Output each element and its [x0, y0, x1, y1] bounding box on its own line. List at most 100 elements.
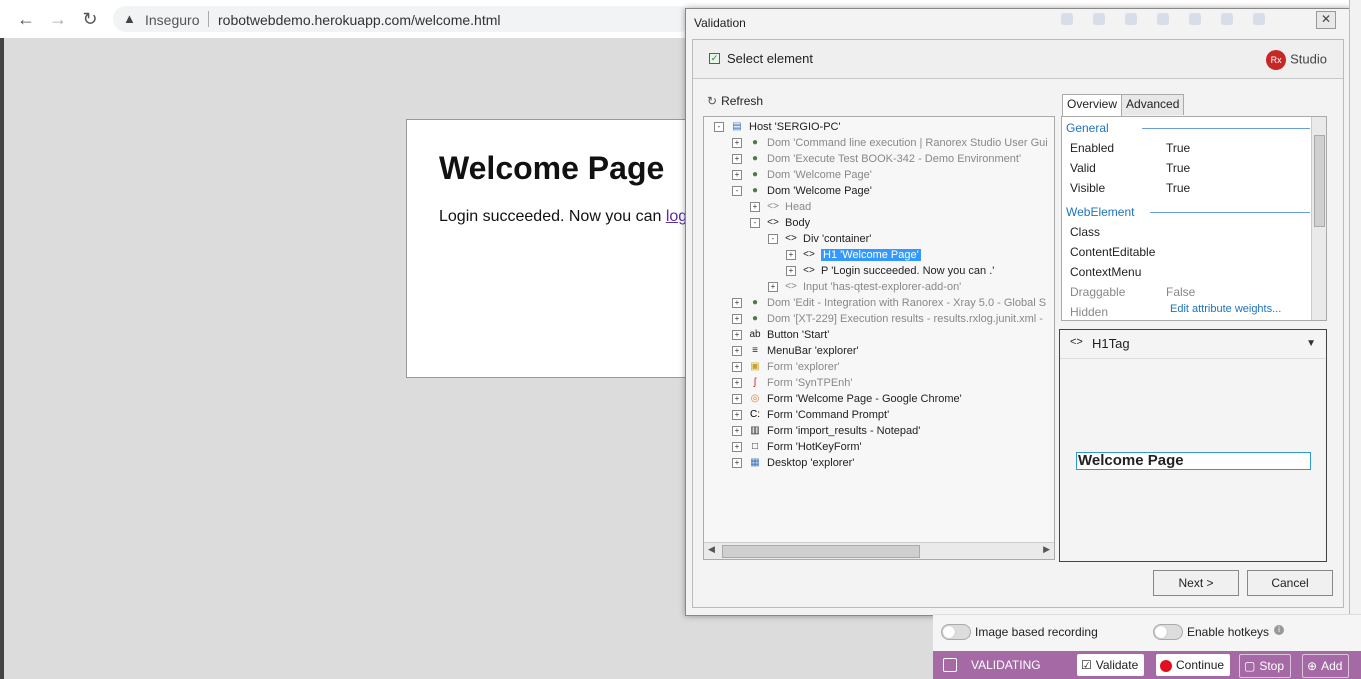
prop-draggable[interactable]: Draggable False — [1070, 285, 1195, 299]
prop-hidden[interactable]: Hidden — [1070, 305, 1166, 319]
validate-button[interactable]: ☑ Validate — [1077, 654, 1145, 676]
image-based-recording-toggle[interactable] — [941, 624, 971, 640]
prop-value: False — [1166, 285, 1196, 299]
tree-node[interactable]: + ▥ Form 'import_results - Notepad' — [732, 423, 920, 439]
select-element-title: Select element — [727, 51, 813, 66]
tab-advanced[interactable]: Advanced — [1121, 94, 1185, 115]
chrome-icon: ◎ — [750, 393, 760, 405]
logout-link[interactable]: log — [666, 208, 687, 225]
element-tree[interactable]: - ▤ Host 'SERGIO-PC' + ● Dom 'Command line ex… — [703, 116, 1055, 560]
tree-node-label: Dom 'Welcome Page' — [767, 185, 872, 197]
tree-node[interactable]: + ● Dom 'Edit - Integration with Ranorex -… — [732, 295, 1046, 311]
prop-visible[interactable]: Visible True — [1070, 181, 1190, 195]
prop-enabled[interactable]: Enabled True — [1070, 141, 1190, 155]
tree-node[interactable]: + <> Input 'has-qtest-explorer-add-on' — [768, 279, 961, 295]
expand-icon[interactable]: + — [732, 426, 742, 437]
expand-icon[interactable]: + — [732, 362, 742, 373]
cancel-button[interactable]: Cancel — [1247, 570, 1333, 596]
folder-icon: ▣ — [750, 361, 760, 373]
collapse-icon[interactable]: - — [714, 122, 724, 133]
chevron-down-icon[interactable]: ▼ — [1306, 338, 1316, 349]
tree-node[interactable]: + <> Head — [750, 199, 811, 215]
tree-node[interactable]: - ● Dom 'Welcome Page' — [732, 183, 872, 199]
stop-button[interactable]: ▢ Stop — [1239, 654, 1292, 678]
menubar-icon: ≡ — [752, 345, 758, 357]
expand-icon[interactable]: + — [732, 154, 742, 165]
collapse-icon[interactable]: - — [768, 234, 778, 245]
preview-header[interactable]: <> H1Tag ▼ — [1060, 330, 1326, 359]
tree-node[interactable]: + ● Dom '[XT-229] Execution results - resu… — [732, 311, 1043, 327]
prop-value: True — [1166, 141, 1191, 155]
properties-panel: General Enabled True Valid True Visible Tru… — [1061, 116, 1327, 321]
expand-icon[interactable]: + — [732, 458, 742, 469]
tree-node[interactable]: + C: Form 'Command Prompt' — [732, 407, 889, 423]
horizontal-scrollbar[interactable]: ◀ ▶ — [704, 542, 1054, 559]
expand-icon[interactable]: + — [732, 314, 742, 325]
tree-node[interactable]: + ≡ MenuBar 'explorer' — [732, 343, 859, 359]
tree-node[interactable]: + <> P 'Login succeeded. Now you can .' — [786, 263, 994, 279]
tab-overview[interactable]: Overview — [1062, 94, 1123, 117]
expand-icon[interactable]: + — [732, 346, 742, 357]
tree-node[interactable]: + ▣ Form 'explorer' — [732, 359, 840, 375]
tree-node[interactable]: + ● Dom 'Welcome Page' — [732, 167, 872, 183]
tree-node[interactable]: + ● Dom 'Execute Test BOOK-342 - Demo Envi… — [732, 151, 1021, 167]
reload-icon[interactable]: ↻ — [80, 9, 100, 29]
close-icon[interactable]: ✕ — [1316, 11, 1336, 29]
add-button[interactable]: ⊕ Add — [1302, 654, 1350, 678]
tree-node[interactable]: + ● Dom 'Command line execution | Ranorex … — [732, 135, 1048, 151]
tag-icon: <> — [785, 281, 797, 293]
collapse-icon[interactable]: - — [750, 218, 760, 229]
enable-hotkeys-toggle[interactable] — [1153, 624, 1183, 640]
scrollbar-thumb[interactable] — [1314, 135, 1325, 227]
expand-icon[interactable]: + — [732, 378, 742, 389]
tree-node[interactable]: - <> Body — [750, 215, 810, 231]
tree-node[interactable]: + ab Button 'Start' — [732, 327, 829, 343]
preview-screenshot: Welcome Page — [1076, 452, 1311, 470]
expand-icon[interactable]: + — [732, 442, 742, 453]
expand-icon[interactable]: + — [786, 266, 796, 277]
url-text[interactable]: robotwebdemo.herokuapp.com/welcome.html — [218, 12, 500, 28]
tag-icon: <> — [767, 217, 779, 229]
tree-node[interactable]: - ▤ Host 'SERGIO-PC' — [714, 119, 841, 135]
forward-arrow-icon[interactable]: → — [48, 9, 68, 29]
refresh-icon: ↻ — [707, 94, 718, 108]
prop-contenteditable[interactable]: ContentEditable — [1070, 245, 1166, 259]
collapse-icon[interactable]: - — [732, 186, 742, 197]
tree-node[interactable]: + ◎ Form 'Welcome Page - Google Chrome' — [732, 391, 962, 407]
tree-node-label: Input 'has-qtest-explorer-add-on' — [803, 281, 962, 293]
edit-attribute-weights-link[interactable]: Edit attribute weights... — [1170, 303, 1281, 315]
tree-node[interactable]: + □ Form 'HotKeyForm' — [732, 439, 862, 455]
tree-node[interactable]: + ▦ Desktop 'explorer' — [732, 455, 854, 471]
tree-node[interactable]: + ʃ Form 'SynTPEnh' — [732, 375, 853, 391]
prop-class[interactable]: Class — [1070, 225, 1166, 239]
refresh-button[interactable]: ↻ Refresh — [707, 94, 763, 108]
group-webelement[interactable]: WebElement — [1066, 205, 1310, 219]
prop-valid[interactable]: Valid True — [1070, 161, 1190, 175]
continue-button[interactable]: Continue — [1156, 654, 1231, 676]
stop-label: Stop — [1259, 659, 1285, 673]
vertical-scrollbar[interactable] — [1311, 117, 1326, 320]
expand-icon[interactable]: + — [750, 202, 760, 213]
scroll-right-icon[interactable]: ▶ — [1043, 544, 1050, 555]
tree-node[interactable]: + <> H1 'Welcome Page' — [786, 247, 921, 263]
scroll-left-icon[interactable]: ◀ — [708, 544, 715, 555]
expand-icon[interactable]: + — [732, 170, 742, 181]
expand-icon[interactable]: + — [732, 330, 742, 341]
prop-contextmenu[interactable]: ContextMenu — [1070, 265, 1166, 279]
scrollbar-thumb[interactable] — [722, 545, 920, 558]
expand-icon[interactable]: + — [786, 250, 796, 261]
back-arrow-icon[interactable]: ← — [16, 9, 36, 29]
expand-icon[interactable]: + — [732, 138, 742, 149]
tree-node-label: Dom 'Command line execution | Ranorex St… — [767, 137, 1048, 149]
prop-value: True — [1166, 181, 1191, 195]
expand-icon[interactable]: + — [732, 394, 742, 405]
next-button[interactable]: Next > — [1153, 570, 1239, 596]
expand-icon[interactable]: + — [732, 410, 742, 421]
info-icon[interactable]: i — [1274, 625, 1284, 635]
address-bar[interactable]: ▲ Inseguro robotwebdemo.herokuapp.com/we… — [113, 6, 693, 32]
tree-node-label: Form 'explorer' — [767, 361, 840, 373]
group-general[interactable]: General — [1066, 121, 1310, 135]
expand-icon[interactable]: + — [768, 282, 778, 293]
expand-icon[interactable]: + — [732, 298, 742, 309]
tree-node[interactable]: - <> Div 'container' — [768, 231, 871, 247]
